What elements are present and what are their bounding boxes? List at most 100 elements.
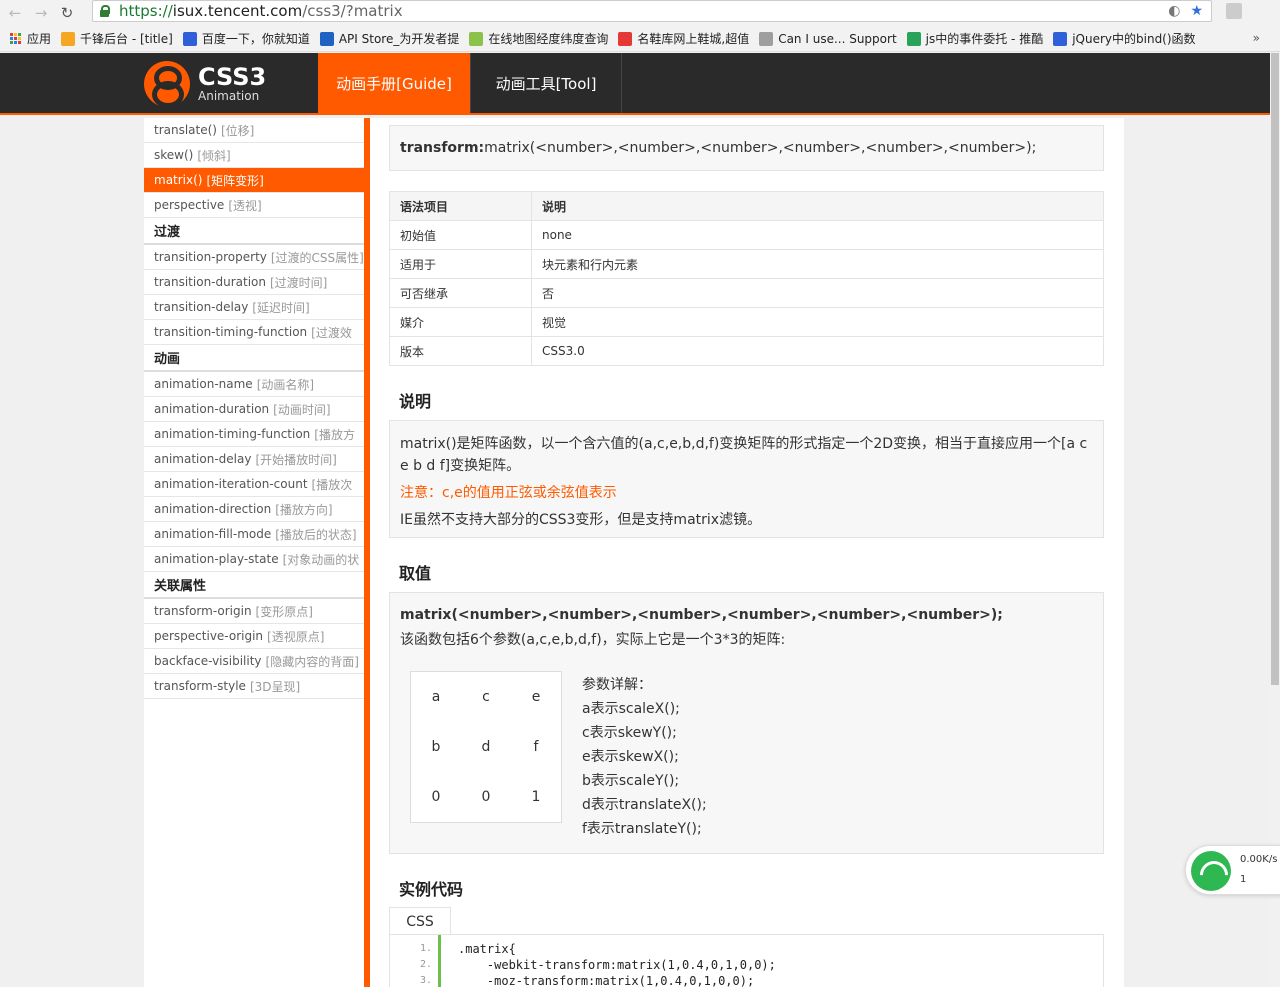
sidebar-item[interactable]: animation-timing-function [播放方	[144, 422, 364, 447]
bookmark-label: 在线地图经度纬度查询	[488, 32, 609, 46]
sidebar-item-hint: [隐藏内容的背面]	[265, 654, 359, 669]
bookmark-apps[interactable]: 应用	[10, 30, 51, 47]
matrix-cell: d	[481, 739, 491, 755]
bookmarks-more[interactable]: »	[1253, 31, 1260, 45]
bookmark-item[interactable]: 千锋后台 - [title]	[61, 30, 173, 47]
sidebar-group-title: 过渡	[144, 218, 364, 245]
bookmark-item[interactable]: js中的事件委托 - 推酷	[906, 30, 1044, 47]
sidebar-item[interactable]: transition-property [过渡的CSS属性]	[144, 245, 364, 270]
bookmark-item[interactable]: API Store_为开发者提	[319, 30, 460, 47]
table-cell: 块元素和行内元素	[531, 249, 1104, 279]
bookmark-item[interactable]: 百度一下，你就知道	[182, 30, 310, 47]
sidebar-item-name: animation-direction	[154, 502, 272, 516]
sidebar-item-name: animation-timing-function	[154, 427, 311, 441]
tab-tool[interactable]: 动画工具[Tool]	[471, 53, 622, 113]
table-cell: 可否继承	[389, 278, 532, 308]
sidebar-item-hint: [播放后的状态]	[275, 527, 357, 542]
favicon-icon	[1053, 31, 1068, 46]
sidebar-item[interactable]: animation-play-state [对象动画的状	[144, 547, 364, 572]
sidebar-item[interactable]: transform-origin [变形原点]	[144, 599, 364, 624]
values-title: 取值	[399, 564, 432, 583]
sidebar-item[interactable]: transition-timing-function [过渡效	[144, 320, 364, 345]
syntax-value: matrix(<number>,<number>,<number>,<numbe…	[484, 140, 1037, 156]
sidebar-group-title: 关联属性	[144, 572, 364, 599]
sidebar-item[interactable]: transform-style [3D呈现]	[144, 674, 364, 699]
param-item: d表示translateX();	[582, 797, 707, 813]
network-count: 1	[1240, 874, 1247, 885]
sidebar-item-hint: [位移]	[221, 123, 255, 138]
favicon-icon	[469, 31, 484, 46]
sidebar-item[interactable]: animation-name [动画名称]	[144, 372, 364, 397]
table-row: 可否继承否	[389, 278, 1104, 308]
table-cell: 初始值	[389, 220, 532, 250]
matrix-intro: 该函数包括6个参数(a,c,e,b,d,f)，实际上它是一个3*3的矩阵:	[400, 632, 786, 648]
sidebar-item[interactable]: backface-visibility [隐藏内容的背面]	[144, 649, 364, 674]
sidebar-item-name: transition-duration	[154, 275, 266, 289]
extension-button[interactable]	[1226, 3, 1242, 19]
back-icon[interactable]: ←	[4, 2, 26, 24]
sidebar-item[interactable]: matrix() [矩阵变形]	[144, 168, 364, 193]
sidebar-item[interactable]: animation-duration [动画时间]	[144, 397, 364, 422]
bookmark-label: js中的事件委托 - 推酷	[925, 32, 1044, 46]
matrix-cell: a	[431, 689, 441, 705]
table-cell: none	[531, 220, 1104, 250]
favicon-icon	[906, 31, 921, 46]
sidebar-item-hint: [动画名称]	[256, 377, 315, 392]
extension-icon[interactable]: ◐	[1168, 3, 1180, 19]
bookmark-item[interactable]: jQuery中的bind()函数	[1053, 30, 1196, 47]
matrix-cell: 0	[481, 789, 491, 805]
reload-icon[interactable]: ↻	[56, 2, 78, 24]
table-cell: 版本	[389, 336, 532, 366]
sidebar-item-hint: [播放方向]	[275, 502, 333, 517]
favicon-icon	[61, 31, 76, 46]
bookmark-star-icon[interactable]: ★	[1190, 3, 1203, 19]
table-row: 版本 CSS3.0	[389, 336, 1104, 366]
sidebar-item[interactable]: animation-delay [开始播放时间]	[144, 447, 364, 472]
sidebar-item[interactable]: transition-delay [延迟时间]	[144, 295, 364, 320]
tab-css[interactable]: CSS	[389, 907, 451, 935]
site-logo[interactable]: CSS3 Animation	[144, 61, 314, 108]
bookmark-label: 百度一下，你就知道	[201, 32, 310, 46]
sidebar-item-name: skew()	[154, 148, 194, 162]
description-box: matrix()是矩阵函数，以一个含六值的(a,c,e,b,d,f)变换矩阵的形…	[389, 420, 1104, 538]
scrollbar-thumb[interactable]	[1271, 53, 1279, 685]
bookmark-label: 千锋后台 - [title]	[80, 32, 173, 46]
sidebar-item[interactable]: skew() [倾斜]	[144, 143, 364, 168]
line-numbers: 1. 2. 3.	[390, 935, 440, 987]
table-row: 媒介 视觉	[389, 307, 1104, 337]
sidebar-item[interactable]: translate() [位移]	[144, 118, 364, 143]
table-cell: 否	[531, 278, 1104, 308]
bookmark-item[interactable]: Can I use... Support	[759, 31, 897, 46]
param-item: f表示translateY();	[582, 821, 702, 837]
url-scheme: https://	[119, 2, 173, 20]
sidebar-item[interactable]: animation-fill-mode [播放后的状态]	[144, 522, 364, 547]
sidebar-item-hint: [播放方	[314, 427, 355, 442]
sidebar-item-hint: [倾斜]	[197, 148, 231, 163]
tab-guide[interactable]: 动画手册[Guide]	[318, 53, 471, 113]
sidebar-item[interactable]: perspective-origin [透视原点]	[144, 624, 364, 649]
line-number: 1.	[419, 943, 432, 954]
forward-icon[interactable]: →	[30, 2, 52, 24]
sidebar-item-name: perspective-origin	[154, 629, 264, 643]
sidebar-item[interactable]: transition-duration [过渡时间]	[144, 270, 364, 295]
sidebar-item-name: animation-duration	[154, 402, 270, 416]
table-header: 说明	[531, 191, 1104, 221]
sidebar-item-name: transform-style	[154, 679, 246, 693]
bookmark-label: API Store_为开发者提	[338, 32, 460, 46]
sidebar-item[interactable]: animation-iteration-count [播放次	[144, 472, 364, 497]
bookmark-item[interactable]: 在线地图经度纬度查询	[469, 30, 608, 47]
wifi-icon	[1191, 851, 1231, 891]
sidebar-item-hint: [动画时间]	[273, 402, 331, 417]
logo-title: CSS3	[198, 63, 267, 91]
network-widget[interactable]: 0.00K/s 1	[1185, 845, 1280, 895]
sidebar-item-name: animation-fill-mode	[154, 527, 272, 541]
bookmark-item[interactable]: 名鞋库网上鞋城,超值	[618, 30, 749, 47]
table-row: 适用于 块元素和行内元素	[389, 249, 1104, 279]
properties-table: 语法项目 说明 初始值 none 适用于 块元素和行内元素 可否继承否 媒介 视觉 版…	[389, 191, 1104, 366]
sidebar-item-hint: [播放次	[311, 477, 353, 492]
address-bar[interactable]: https://isux.tencent.com/css3/?matrix ◐ …	[92, 0, 1212, 22]
param-item: e表示skewX();	[582, 749, 679, 765]
sidebar-item[interactable]: animation-direction [播放方向]	[144, 497, 364, 522]
sidebar-item-hint: [过渡时间]	[270, 275, 328, 290]
sidebar-item[interactable]: perspective [透视]	[144, 193, 364, 218]
